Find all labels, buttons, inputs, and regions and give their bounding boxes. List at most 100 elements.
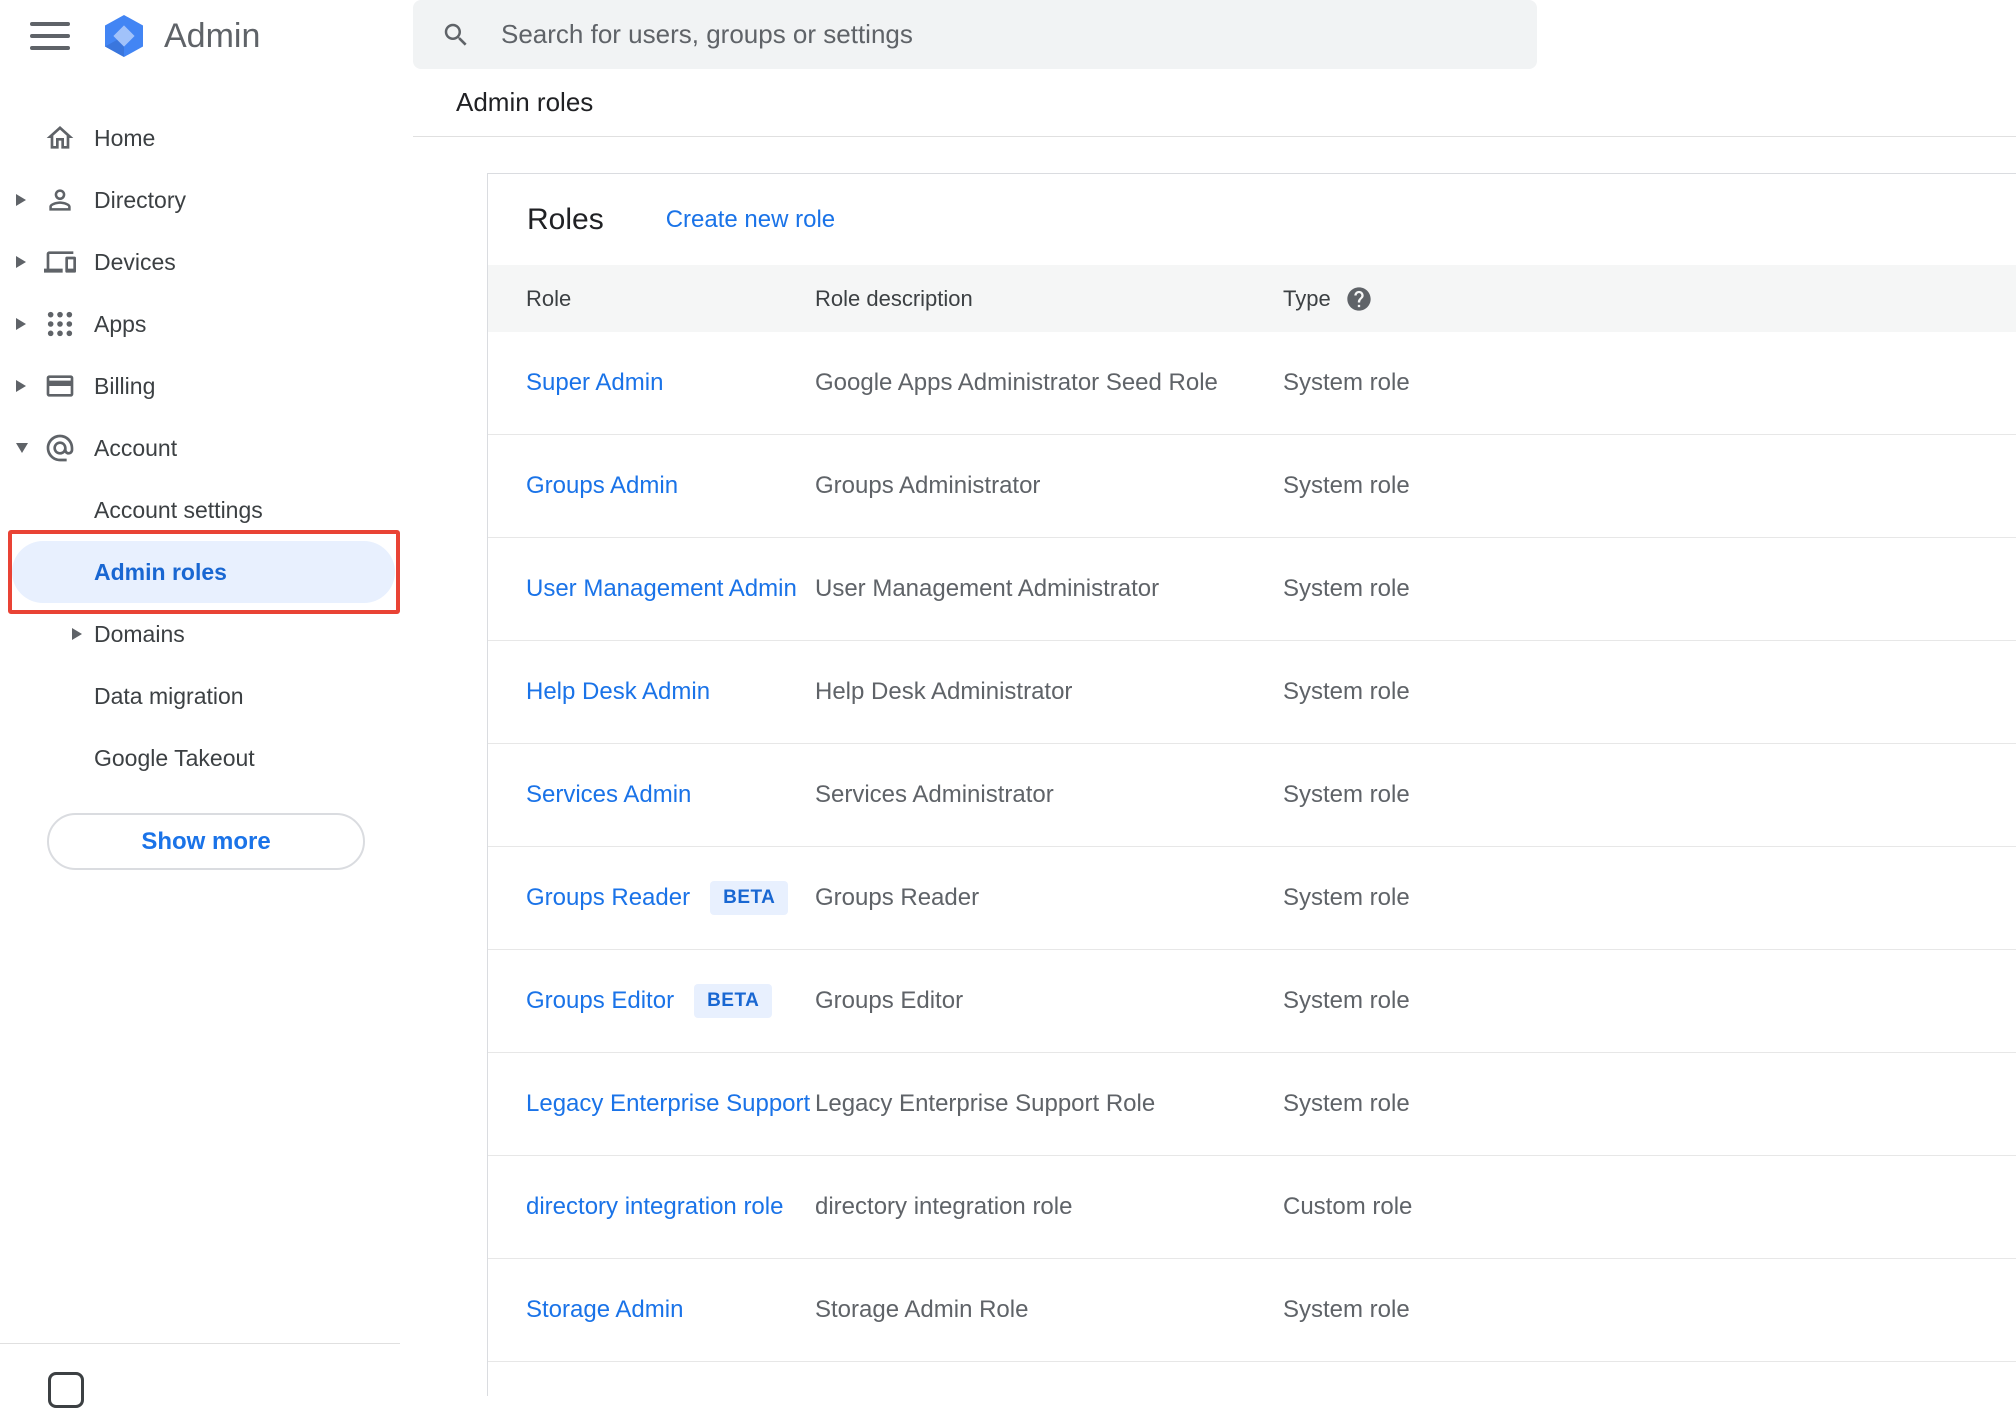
roles-table-body: Super Admin Google Apps Administrator Se… — [488, 332, 2016, 1362]
support-icon[interactable] — [48, 1372, 84, 1408]
role-link[interactable]: directory integration role — [526, 1193, 783, 1221]
role-description: Legacy Enterprise Support Role — [815, 1090, 1156, 1117]
sidebar-item-label: Domains — [94, 620, 185, 647]
billing-card-icon — [44, 370, 94, 402]
sidebar-item-billing[interactable]: Billing — [0, 355, 412, 417]
role-description: Groups Editor — [815, 987, 964, 1014]
table-row: Storage Admin Storage Admin Role System … — [488, 1259, 2016, 1362]
sidebar-item-label: Data migration — [94, 682, 244, 709]
sidebar-item-label: Home — [94, 124, 156, 151]
role-link[interactable]: Groups Admin — [526, 472, 678, 500]
create-new-role-link[interactable]: Create new role — [666, 206, 835, 234]
beta-badge: BETA — [710, 881, 789, 915]
role-link[interactable]: User Management Admin — [526, 575, 797, 603]
sidebar-item-label: Directory — [94, 186, 187, 213]
table-row: Services Admin Services Administrator Sy… — [488, 744, 2016, 847]
chevron-right-icon[interactable] — [16, 380, 44, 392]
sidebar-item-label: Account settings — [94, 496, 263, 523]
sidebar: Admin Home Directory Devices Apps Billin… — [0, 0, 412, 1408]
roles-heading: Roles — [527, 202, 604, 236]
sidebar-bottom-divider — [0, 1343, 400, 1344]
breadcrumb-bar: Admin roles — [413, 69, 2016, 137]
role-link[interactable]: Services Admin — [526, 781, 691, 809]
sidebar-item-data-migration[interactable]: Data migration — [12, 665, 395, 727]
sidebar-nav: Home Directory Devices Apps Billing Acco… — [0, 107, 412, 789]
chevron-right-icon[interactable] — [16, 194, 44, 206]
sidebar-item-admin-roles[interactable]: Admin roles — [8, 530, 400, 614]
help-circle-icon[interactable] — [1345, 285, 1373, 313]
role-link[interactable]: Groups Reader — [526, 884, 690, 912]
role-description: Groups Administrator — [815, 472, 1041, 499]
role-link[interactable]: Storage Admin — [526, 1296, 683, 1324]
product-title: Admin — [164, 16, 261, 55]
sidebar-item-label: Devices — [94, 248, 176, 275]
sidebar-item-google-takeout[interactable]: Google Takeout — [12, 727, 395, 789]
roles-panel-header: Roles Create new role — [488, 174, 2016, 265]
beta-badge: BETA — [694, 984, 773, 1018]
at-sign-icon — [44, 432, 94, 464]
sidebar-item-label: Google Takeout — [94, 744, 255, 771]
sidebar-item-devices[interactable]: Devices — [0, 231, 412, 293]
sidebar-item-home[interactable]: Home — [0, 107, 412, 169]
sidebar-item-account-settings[interactable]: Account settings — [12, 479, 395, 541]
sidebar-item-domains[interactable]: Domains — [12, 603, 395, 665]
role-description: User Management Administrator — [815, 575, 1160, 602]
role-description: Google Apps Administrator Seed Role — [815, 369, 1218, 396]
roles-table-header: Role Role description Type — [488, 265, 2016, 332]
role-description: directory integration role — [815, 1193, 1073, 1220]
sidebar-item-label: Account — [94, 434, 178, 461]
search-bar[interactable] — [413, 0, 1537, 69]
chevron-right-icon[interactable] — [72, 628, 82, 640]
chevron-down-icon[interactable] — [16, 443, 44, 453]
role-type: System role — [1283, 369, 1410, 396]
role-description: Services Administrator — [815, 781, 1054, 808]
show-more-button[interactable]: Show more — [47, 813, 365, 870]
role-type: Custom role — [1283, 1193, 1413, 1220]
table-row: Groups Reader BETA Groups Reader System … — [488, 847, 2016, 950]
sidebar-item-label: Apps — [94, 310, 147, 337]
role-type: System role — [1283, 575, 1410, 602]
search-input[interactable] — [501, 19, 1451, 50]
role-type: System role — [1283, 781, 1410, 808]
table-row: Groups Editor BETA Groups Editor System … — [488, 950, 2016, 1053]
sidebar-item-directory[interactable]: Directory — [0, 169, 412, 231]
role-link[interactable]: Groups Editor — [526, 987, 674, 1015]
hamburger-menu-icon — [30, 22, 70, 26]
devices-icon — [44, 246, 94, 278]
role-link[interactable]: Help Desk Admin — [526, 678, 710, 706]
role-type: System role — [1283, 1296, 1410, 1323]
column-header-role: Role — [526, 285, 572, 311]
table-row: Super Admin Google Apps Administrator Se… — [488, 332, 2016, 435]
role-description: Groups Reader — [815, 884, 980, 911]
sidebar-item-apps[interactable]: Apps — [0, 293, 412, 355]
role-type: System role — [1283, 678, 1410, 705]
table-row: Help Desk Admin Help Desk Administrator … — [488, 641, 2016, 744]
role-type: System role — [1283, 884, 1410, 911]
column-header-type: Type — [1283, 285, 2016, 313]
sidebar-item-label: Billing — [94, 372, 156, 399]
search-icon — [444, 23, 467, 46]
table-row: directory integration role directory int… — [488, 1156, 2016, 1259]
table-row: Groups Admin Groups Administrator System… — [488, 435, 2016, 538]
chevron-right-icon[interactable] — [16, 318, 44, 330]
admin-hexagon-logo-icon — [105, 15, 143, 57]
main-content: Admin roles Roles Create new role Role R… — [413, 0, 2016, 1396]
sidebar-item-account[interactable]: Account — [0, 417, 412, 479]
hamburger-menu-button[interactable] — [30, 17, 74, 55]
sidebar-item-label: Admin roles — [94, 558, 227, 585]
role-type: System role — [1283, 987, 1410, 1014]
chevron-right-icon[interactable] — [16, 256, 44, 268]
person-icon — [44, 184, 94, 216]
sidebar-header: Admin — [0, 0, 412, 72]
table-row: User Management Admin User Management Ad… — [488, 538, 2016, 641]
role-link[interactable]: Legacy Enterprise Support — [526, 1090, 810, 1118]
role-type: System role — [1283, 472, 1410, 499]
role-description: Help Desk Administrator — [815, 678, 1073, 705]
role-link[interactable]: Super Admin — [526, 369, 663, 397]
roles-panel: Roles Create new role Role Role descript… — [487, 173, 2016, 1396]
home-icon — [44, 122, 94, 154]
apps-grid-icon — [44, 308, 94, 340]
column-header-description: Role description — [815, 285, 973, 311]
table-row: Legacy Enterprise Support Legacy Enterpr… — [488, 1053, 2016, 1156]
role-type: System role — [1283, 1090, 1410, 1117]
